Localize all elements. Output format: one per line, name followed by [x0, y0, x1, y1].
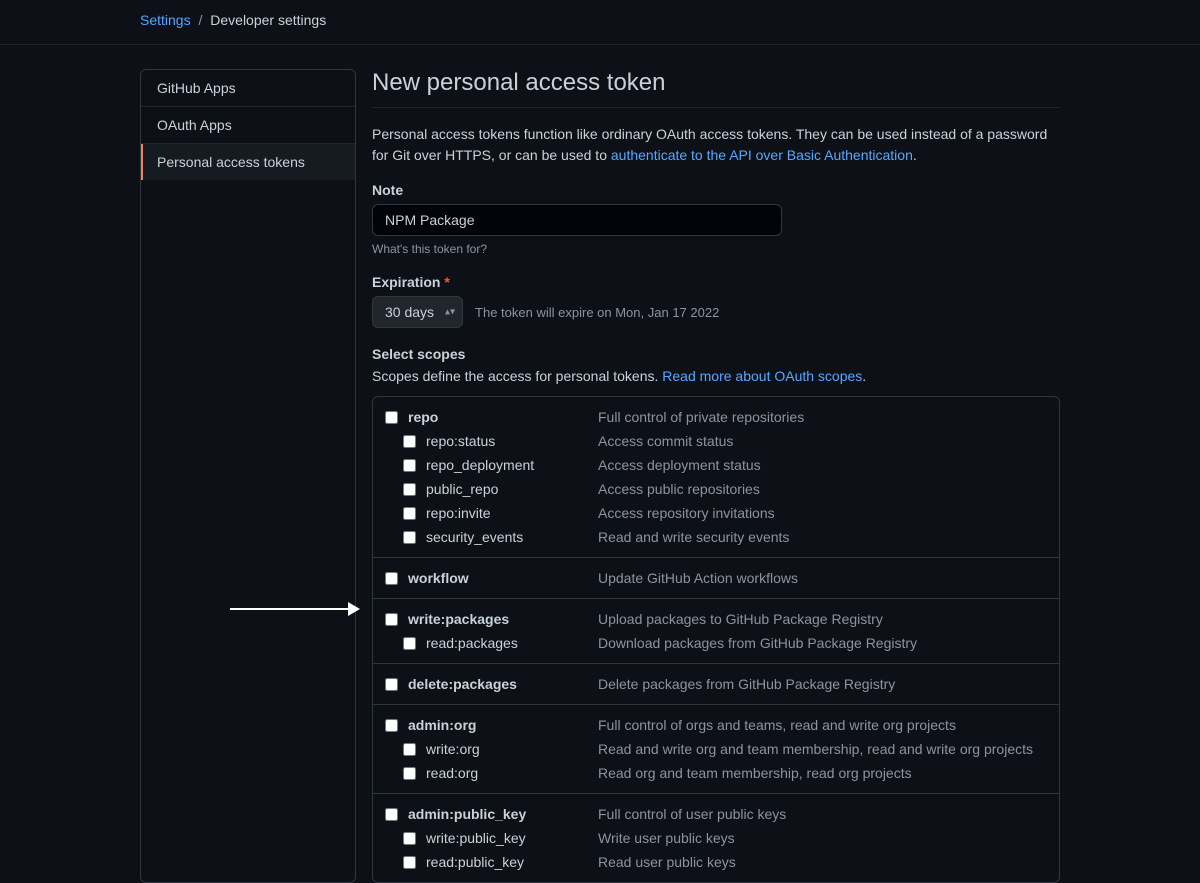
scope-name: repo [408, 409, 598, 425]
auth-api-link[interactable]: authenticate to the API over Basic Authe… [611, 147, 913, 163]
scope-group: write:packagesUpload packages to GitHub … [373, 599, 1059, 664]
required-asterisk: * [444, 274, 449, 290]
scope-desc: Access repository invitations [598, 505, 1047, 521]
scope-group: workflowUpdate GitHub Action workflows [373, 558, 1059, 599]
scope-desc: Read org and team membership, read org p… [598, 765, 1047, 781]
scope-desc: Read and write org and team membership, … [598, 741, 1047, 757]
note-hint: What's this token for? [372, 242, 1060, 256]
scope-row-repo-status: repo:statusAccess commit status [373, 429, 1059, 453]
scope-name: admin:public_key [408, 806, 598, 822]
scope-group: repoFull control of private repositories… [373, 397, 1059, 558]
scope-checkbox-read-packages[interactable] [403, 637, 416, 650]
scope-row-read-packages: read:packagesDownload packages from GitH… [373, 631, 1059, 655]
scope-row-workflow: workflowUpdate GitHub Action workflows [373, 566, 1059, 590]
scope-desc: Download packages from GitHub Package Re… [598, 635, 1047, 651]
scopes-description: Scopes define the access for personal to… [372, 368, 1060, 384]
breadcrumb-settings-link[interactable]: Settings [140, 12, 191, 28]
scope-desc: Full control of user public keys [598, 806, 1047, 822]
scope-row-admin-public-key: admin:public_keyFull control of user pub… [373, 802, 1059, 826]
scope-name: read:org [426, 765, 598, 781]
expiration-select[interactable]: 30 days [372, 296, 463, 328]
scope-row-delete-packages: delete:packagesDelete packages from GitH… [373, 672, 1059, 696]
scope-checkbox-security-events[interactable] [403, 531, 416, 544]
scope-name: repo:invite [426, 505, 598, 521]
sidebar: GitHub Apps OAuth Apps Personal access t… [140, 69, 356, 883]
scope-checkbox-repo-invite[interactable] [403, 507, 416, 520]
scope-desc: Read and write security events [598, 529, 1047, 545]
page-description: Personal access tokens function like ord… [372, 124, 1060, 166]
scope-name: write:public_key [426, 830, 598, 846]
scope-checkbox-delete-packages[interactable] [385, 678, 398, 691]
expiration-info-text: The token will expire on Mon, Jan 17 202… [475, 305, 719, 320]
scope-row-write-org: write:orgRead and write org and team mem… [373, 737, 1059, 761]
scope-checkbox-admin-public-key[interactable] [385, 808, 398, 821]
scope-desc: Access commit status [598, 433, 1047, 449]
expiration-label-text: Expiration [372, 274, 440, 290]
scope-name: security_events [426, 529, 598, 545]
breadcrumb: Settings / Developer settings [0, 0, 1200, 40]
scope-desc: Upload packages to GitHub Package Regist… [598, 611, 1047, 627]
scope-checkbox-repo-status[interactable] [403, 435, 416, 448]
scope-checkbox-admin-org[interactable] [385, 719, 398, 732]
scope-desc: Update GitHub Action workflows [598, 570, 1047, 586]
period2: . [862, 368, 866, 384]
scope-name: admin:org [408, 717, 598, 733]
scope-desc: Read user public keys [598, 854, 1047, 870]
scopes-description-text: Scopes define the access for personal to… [372, 368, 662, 384]
select-scopes-label: Select scopes [372, 346, 1060, 362]
scope-name: read:packages [426, 635, 598, 651]
scope-row-read-org: read:orgRead org and team membership, re… [373, 761, 1059, 785]
scope-row-admin-org: admin:orgFull control of orgs and teams,… [373, 713, 1059, 737]
scope-name: write:org [426, 741, 598, 757]
scope-name: write:packages [408, 611, 598, 627]
scope-checkbox-write-public-key[interactable] [403, 832, 416, 845]
scope-name: read:public_key [426, 854, 598, 870]
sidebar-item-github-apps[interactable]: GitHub Apps [141, 70, 355, 107]
note-input[interactable] [372, 204, 782, 236]
sidebar-item-personal-access-tokens[interactable]: Personal access tokens [141, 144, 355, 180]
scope-row-read-public-key: read:public_keyRead user public keys [373, 850, 1059, 874]
scope-desc: Write user public keys [598, 830, 1047, 846]
scope-desc: Access deployment status [598, 457, 1047, 473]
scope-group: delete:packagesDelete packages from GitH… [373, 664, 1059, 705]
note-label: Note [372, 182, 1060, 198]
scope-row-repo-deployment: repo_deploymentAccess deployment status [373, 453, 1059, 477]
scope-desc: Delete packages from GitHub Package Regi… [598, 676, 1047, 692]
scope-name: repo_deployment [426, 457, 598, 473]
scope-row-repo-invite: repo:inviteAccess repository invitations [373, 501, 1059, 525]
scope-name: public_repo [426, 481, 598, 497]
scope-checkbox-write-packages[interactable] [385, 613, 398, 626]
scope-row-public-repo: public_repoAccess public repositories [373, 477, 1059, 501]
scope-name: delete:packages [408, 676, 598, 692]
scope-checkbox-read-public-key[interactable] [403, 856, 416, 869]
expiration-label: Expiration * [372, 274, 1060, 290]
scope-checkbox-write-org[interactable] [403, 743, 416, 756]
scope-row-write-packages: write:packagesUpload packages to GitHub … [373, 607, 1059, 631]
scope-desc: Access public repositories [598, 481, 1047, 497]
period: . [913, 147, 917, 163]
breadcrumb-separator: / [198, 12, 202, 28]
scope-checkbox-public-repo[interactable] [403, 483, 416, 496]
scope-checkbox-repo-deployment[interactable] [403, 459, 416, 472]
page-title: New personal access token [372, 69, 1060, 108]
scope-checkbox-repo[interactable] [385, 411, 398, 424]
scope-checkbox-read-org[interactable] [403, 767, 416, 780]
scope-row-write-public-key: write:public_keyWrite user public keys [373, 826, 1059, 850]
scope-name: repo:status [426, 433, 598, 449]
scope-name: workflow [408, 570, 598, 586]
breadcrumb-current: Developer settings [210, 12, 326, 28]
scope-checkbox-workflow[interactable] [385, 572, 398, 585]
scope-desc: Full control of orgs and teams, read and… [598, 717, 1047, 733]
scope-desc: Full control of private repositories [598, 409, 1047, 425]
scope-group: admin:orgFull control of orgs and teams,… [373, 705, 1059, 794]
scope-group: admin:public_keyFull control of user pub… [373, 794, 1059, 882]
scope-row-repo: repoFull control of private repositories [373, 405, 1059, 429]
scope-row-security-events: security_eventsRead and write security e… [373, 525, 1059, 549]
sidebar-item-oauth-apps[interactable]: OAuth Apps [141, 107, 355, 144]
oauth-scopes-link[interactable]: Read more about OAuth scopes [662, 368, 862, 384]
scopes-box: repoFull control of private repositories… [372, 396, 1060, 883]
